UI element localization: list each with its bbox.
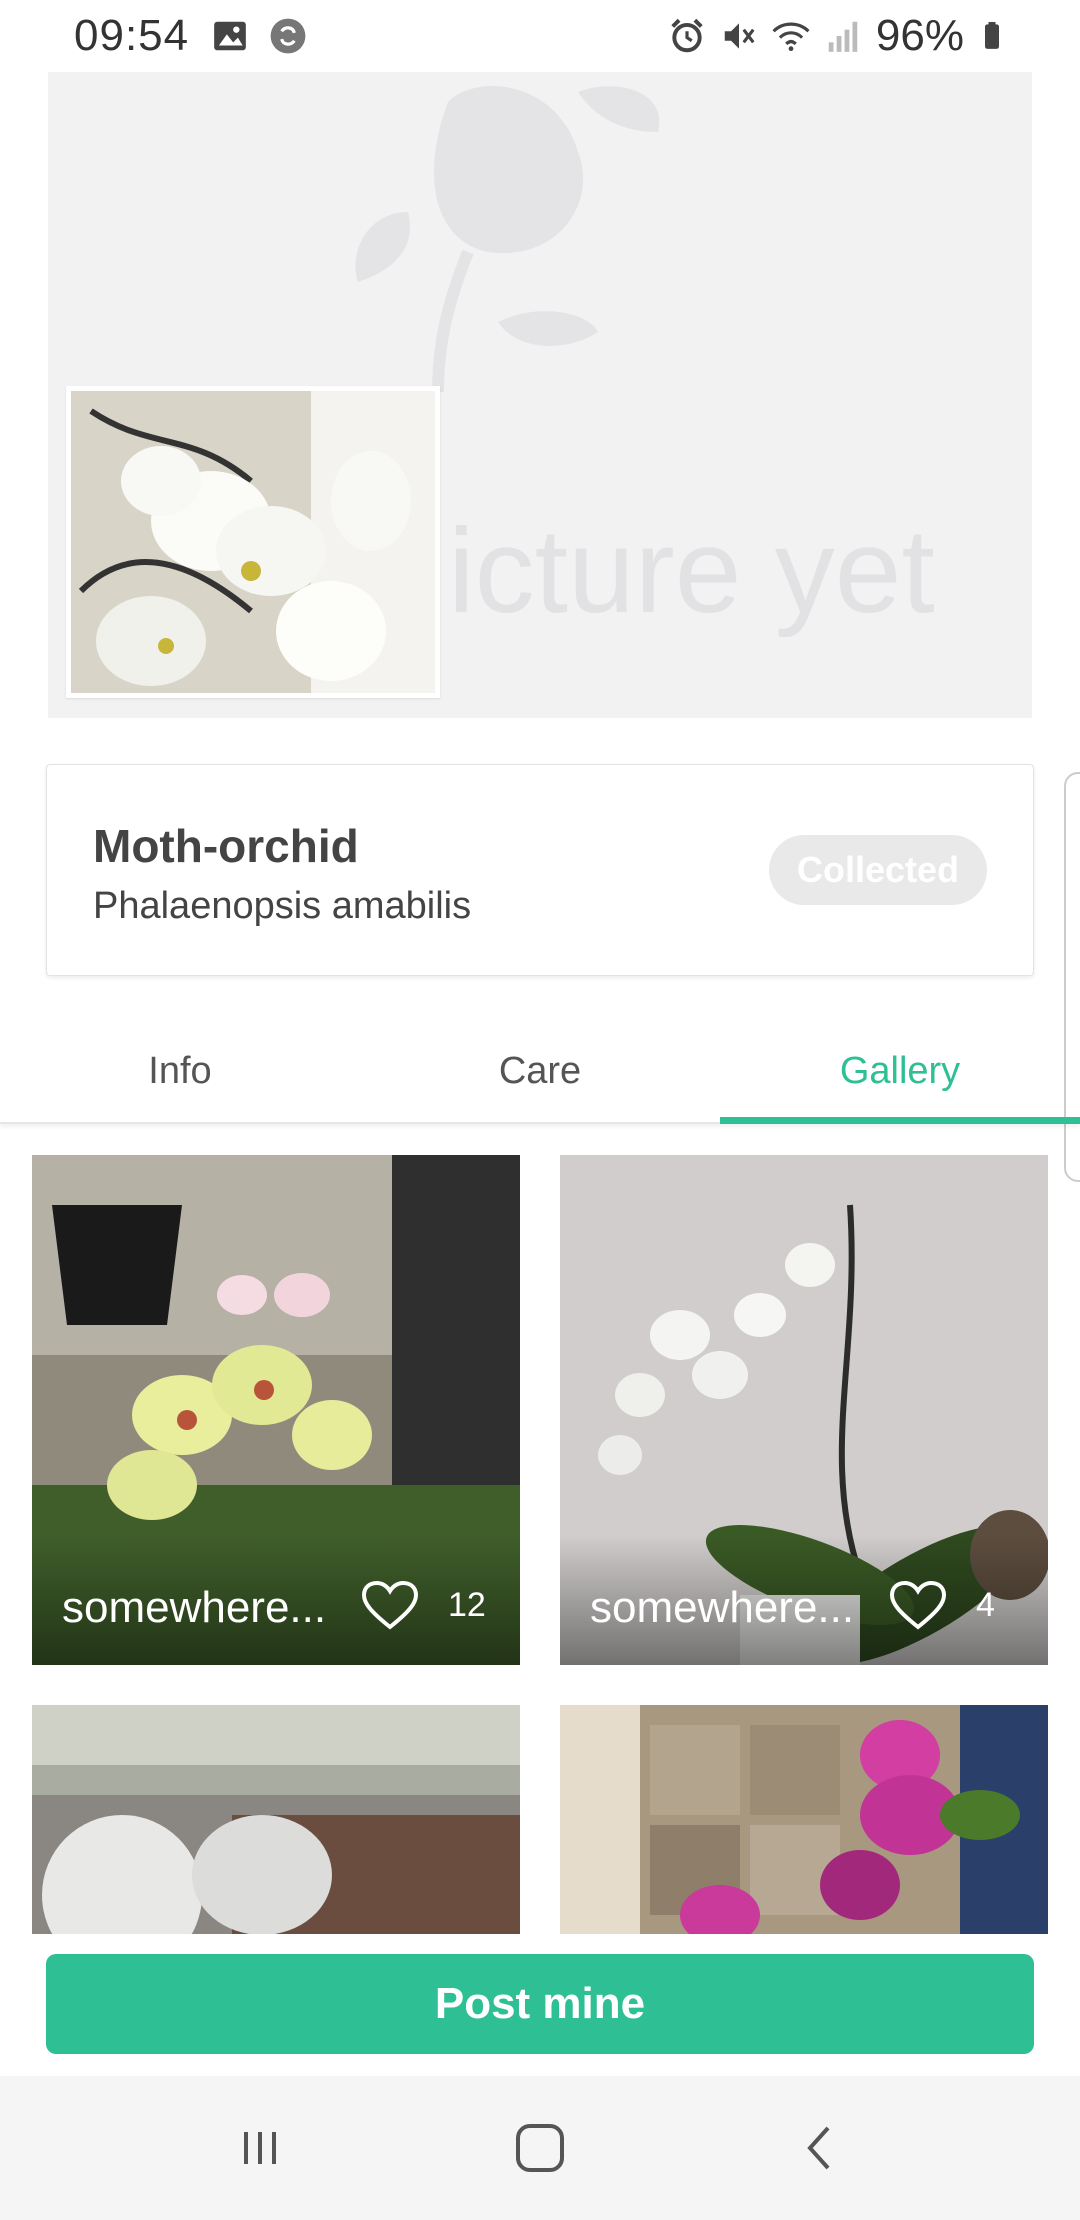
status-bar: 09:54 96%: [0, 0, 1080, 72]
image-icon: [214, 21, 246, 51]
plant-detail-screen: 09:54 96% icture yet Moth-orchid Phalaen…: [0, 0, 1080, 2220]
gallery-location: somewhere...: [62, 1583, 327, 1632]
gallery-grid: somewhere... 12 somewhere... 4: [32, 1155, 1048, 1935]
collected-badge[interactable]: Collected: [769, 835, 987, 905]
heart-icon[interactable]: [890, 1581, 946, 1631]
mute-icon: [724, 23, 755, 49]
battery-icon: [985, 22, 999, 49]
like-count: 12: [448, 1586, 486, 1624]
gallery-tile[interactable]: [560, 1705, 1048, 1935]
recent-apps-icon: [244, 2132, 276, 2164]
alarm-icon: [671, 18, 703, 53]
heart-icon[interactable]: [362, 1581, 418, 1631]
plant-name-card: Moth-orchid Phalaenopsis amabilis Collec…: [46, 764, 1034, 976]
wifi-icon: [772, 22, 810, 52]
plant-common-name: Moth-orchid: [93, 820, 359, 872]
tab-bar: Info Care Gallery: [0, 1030, 1080, 1124]
post-mine-button[interactable]: Post mine: [46, 1954, 1034, 2054]
tab-care[interactable]: Care: [360, 1030, 720, 1122]
signal-icon: [828, 21, 858, 52]
gallery-tile[interactable]: somewhere... 4: [560, 1155, 1048, 1665]
back-button[interactable]: [780, 2108, 860, 2188]
home-icon: [516, 2124, 564, 2172]
placeholder-flower-icon: [355, 86, 660, 393]
thumbnail-photo: [71, 391, 435, 693]
like-count: 4: [976, 1586, 995, 1624]
tab-info[interactable]: Info: [0, 1030, 360, 1122]
recent-apps-button[interactable]: [220, 2108, 300, 2188]
status-time: 09:54: [74, 11, 190, 60]
gallery-photo: [32, 1705, 520, 1935]
bottom-action-bar: Post mine: [0, 1934, 1080, 2076]
gallery-photo: [560, 1705, 1048, 1935]
sync-icon: [270, 18, 306, 54]
gallery-tile[interactable]: [32, 1705, 520, 1935]
orchid-photo-art: [71, 391, 435, 693]
plant-latin-name: Phalaenopsis amabilis: [93, 885, 472, 927]
home-button[interactable]: [500, 2108, 580, 2188]
back-icon: [807, 2126, 830, 2170]
system-nav-bar: [0, 2076, 1080, 2220]
no-picture-text: icture yet: [448, 504, 935, 638]
tab-gallery[interactable]: Gallery: [720, 1030, 1080, 1124]
plant-thumbnail[interactable]: [66, 386, 440, 698]
gallery-location: somewhere...: [590, 1583, 855, 1632]
battery-percent: 96%: [875, 11, 964, 60]
gallery-tile[interactable]: somewhere... 12: [32, 1155, 520, 1665]
